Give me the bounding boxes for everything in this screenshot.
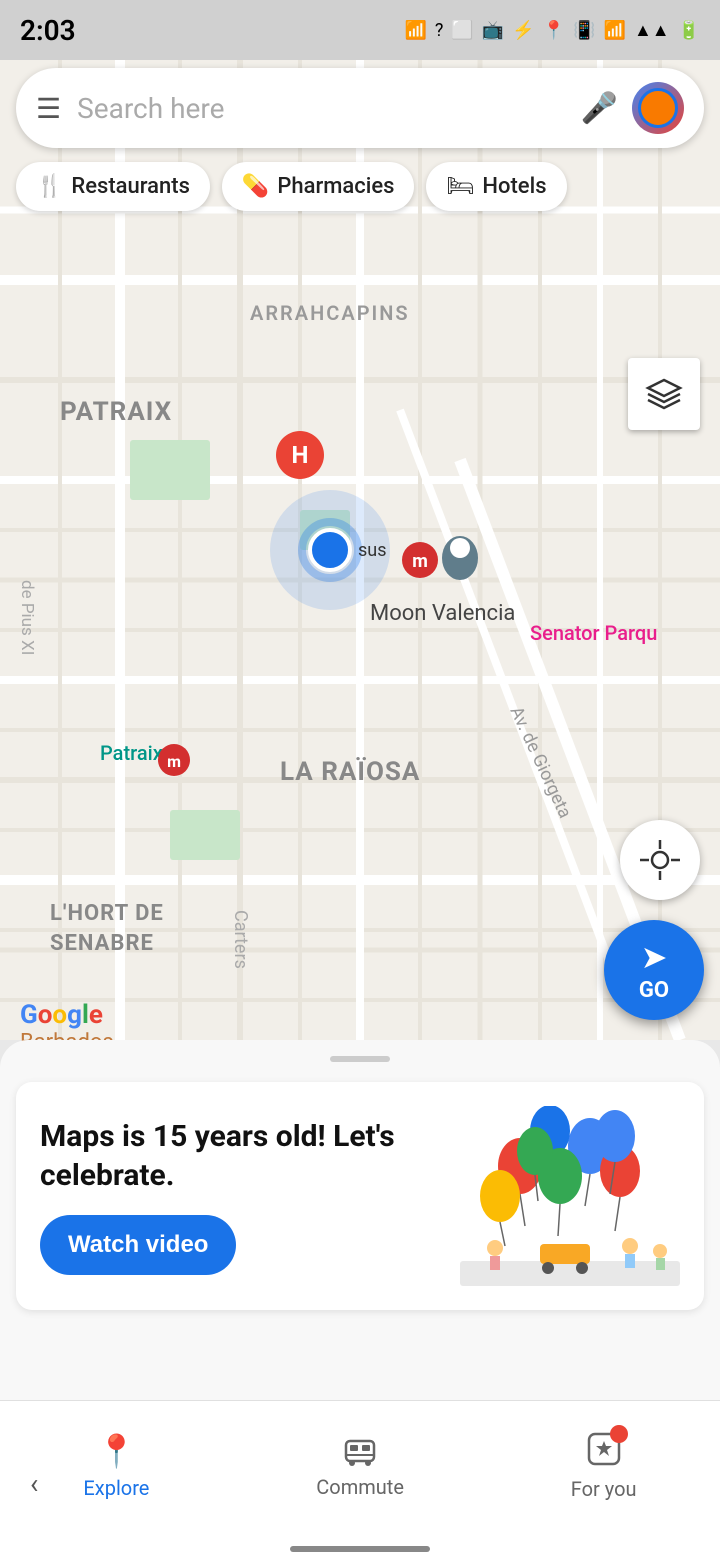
my-location-button[interactable] <box>620 820 700 900</box>
commute-icon <box>342 1433 378 1469</box>
chip-pharmacies[interactable]: 💊 Pharmacies <box>222 162 415 211</box>
promo-illustration <box>460 1106 680 1286</box>
bottom-navigation: 📍 Explore Commute For you <box>0 1400 720 1560</box>
microphone-icon[interactable]: 🎤 <box>581 91 618 126</box>
promo-title: Maps is 15 years old! Let's celebrate. <box>40 1117 450 1195</box>
svg-text:m: m <box>412 551 428 572</box>
search-bar[interactable]: ☰ Search here 🎤 <box>16 68 704 148</box>
signal-icon: 📶 <box>404 20 426 41</box>
explore-label: Explore <box>83 1476 149 1500</box>
question-icon: ? <box>435 20 444 41</box>
for-you-label: For you <box>571 1477 637 1501</box>
svg-text:de Pius XI: de Pius XI <box>17 580 37 655</box>
vibrate-icon: 📳 <box>573 20 595 41</box>
go-button[interactable]: ➤ GO <box>604 920 704 1020</box>
svg-text:Patraix: Patraix <box>100 741 163 765</box>
google-logo: Google <box>20 1000 103 1030</box>
pharmacies-icon: 💊 <box>242 174 269 199</box>
balloons-svg <box>460 1106 680 1286</box>
status-bar: 2:03 📶 ? ⬜ 📺 ⚡ 📍 📳 📶 ▲▲ 🔋 <box>0 0 720 60</box>
wifi-icon: 📶 <box>604 20 626 41</box>
svg-text:m: m <box>167 752 181 771</box>
chip-pharmacies-label: Pharmacies <box>277 174 394 199</box>
explore-icon: 📍 <box>97 1432 137 1470</box>
bottom-sheet: Maps is 15 years old! Let's celebrate. W… <box>0 1040 720 1400</box>
home-indicator <box>290 1546 430 1552</box>
signal-bars-icon: ▲▲ <box>634 20 670 41</box>
search-placeholder[interactable]: Search here <box>77 92 581 125</box>
svg-text:sus: sus <box>358 540 387 561</box>
back-button[interactable]: ‹ <box>30 1467 38 1500</box>
battery-icon: 🔋 <box>678 20 700 41</box>
cast-icon: 📺 <box>482 20 504 41</box>
location-icon: 📍 <box>543 20 565 41</box>
avatar-inner <box>638 88 678 128</box>
svg-text:Carters: Carters <box>230 910 251 969</box>
screen-record-icon: ⬜ <box>451 20 473 41</box>
svg-text:H: H <box>292 441 309 469</box>
status-time: 2:03 <box>20 14 76 47</box>
nav-explore[interactable]: 📍 Explore <box>83 1432 149 1500</box>
chip-restaurants-label: Restaurants <box>71 174 190 199</box>
sheet-handle <box>330 1056 390 1062</box>
restaurants-icon: 🍴 <box>36 174 63 199</box>
chip-hotels-label: Hotels <box>482 174 546 199</box>
svg-text:Senator Parqu: Senator Parqu <box>530 621 657 645</box>
svg-text:Moon Valencia: Moon Valencia <box>370 601 515 626</box>
chip-restaurants[interactable]: 🍴 Restaurants <box>16 162 210 211</box>
category-chips: 🍴 Restaurants 💊 Pharmacies 🛏 Hotels <box>0 162 720 211</box>
commute-label: Commute <box>316 1475 404 1499</box>
my-location-icon <box>638 838 682 882</box>
promo-card: Maps is 15 years old! Let's celebrate. W… <box>16 1082 704 1310</box>
nav-commute[interactable]: Commute <box>316 1433 404 1499</box>
go-label: GO <box>639 978 669 1003</box>
promo-text-area: Maps is 15 years old! Let's celebrate. W… <box>40 1117 460 1275</box>
svg-text:L'HORT DE: L'HORT DE <box>50 901 164 926</box>
bluetooth-icon: ⚡ <box>512 20 534 41</box>
svg-text:PATRAIX: PATRAIX <box>60 397 172 427</box>
hotels-icon: 🛏 <box>446 174 474 199</box>
svg-text:LA RAÏOSA: LA RAÏOSA <box>280 757 420 787</box>
menu-icon[interactable]: ☰ <box>36 92 61 125</box>
svg-text:SENABRE: SENABRE <box>50 931 154 956</box>
go-arrow-icon: ➤ <box>641 938 668 976</box>
layer-toggle-button[interactable] <box>628 358 700 430</box>
chip-hotels[interactable]: 🛏 Hotels <box>426 162 566 211</box>
layers-icon <box>644 374 684 414</box>
svg-text:ARRАНСAPINS: ARRАНСAPINS <box>250 301 410 325</box>
watch-video-button[interactable]: Watch video <box>40 1215 236 1275</box>
user-avatar[interactable] <box>632 82 684 134</box>
status-icons: 📶 ? ⬜ 📺 ⚡ 📍 📳 📶 ▲▲ 🔋 <box>404 20 700 41</box>
nav-for-you[interactable]: For you <box>571 1431 637 1501</box>
for-you-badge <box>610 1425 628 1443</box>
